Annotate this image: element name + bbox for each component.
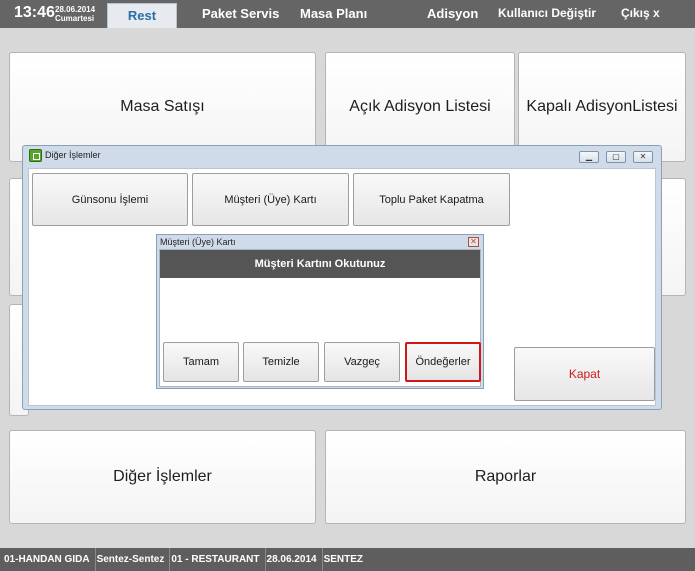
musteri-karti-button[interactable]: Müşteri (Üye) Kartı [192,173,349,226]
change-user-link[interactable]: Kullanıcı Değiştir [498,6,596,20]
footer-date: 28.06.2014 [266,548,323,571]
tab-paket-servis[interactable]: Paket Servis [202,6,279,21]
maximize-icon[interactable]: ▢ [606,151,626,163]
kapat-button[interactable]: Kapat [514,347,655,401]
date-block: 28.06.2014 Cumartesi [55,5,95,23]
raporlar-button[interactable]: Raporlar [325,430,686,524]
date-text: 28.06.2014 [55,5,96,14]
minimize-icon[interactable]: ▁ [579,151,599,163]
dialog-header: Müşteri Kartını Okutunuz [160,250,480,278]
top-bar: 13:46 28.06.2014 Cumartesi Rest Paket Se… [0,0,695,29]
tab-masa-plani[interactable]: Masa Planı [300,6,367,21]
window-title: Diğer İşlemler [45,150,101,160]
dialog-body: Müşteri Kartını Okutunuz Tamam Temizle V… [159,249,481,387]
status-bar: 01-HANDAN GIDA Sentez-Sentez 01 - RESTAU… [0,548,695,571]
close-app-icon[interactable]: x [653,6,660,20]
musteri-karti-dialog: Müşteri (Üye) Kartı ✕ Müşteri Kartını Ok… [156,234,484,389]
toplu-paket-button[interactable]: Toplu Paket Kapatma [353,173,510,226]
gunsonu-button[interactable]: Günsonu İşlemi [32,173,188,226]
database-name: SENTEZ [323,554,364,565]
branch-name: 01 - RESTAURANT [170,548,266,571]
temizle-button[interactable]: Temizle [243,342,319,382]
tamam-button[interactable]: Tamam [163,342,239,382]
tab-rest[interactable]: Rest [107,3,177,29]
tab-adisyon[interactable]: Adisyon [427,6,478,21]
user-name: Sentez-Sentez [96,548,171,571]
close-icon[interactable]: ✕ [633,151,653,163]
logout-link[interactable]: Çıkış [621,6,650,20]
ondegerler-button[interactable]: Öndeğerler [405,342,481,382]
dialog-title: Müşteri (Üye) Kartı [160,237,236,247]
app-icon [29,149,42,162]
day-text: Cumartesi [55,14,95,23]
company-name: 01-HANDAN GIDA [3,548,96,571]
clock: 13:46 [14,4,55,21]
diger-islemler-button[interactable]: Diğer İşlemler [9,430,316,524]
dialog-close-icon[interactable]: ✕ [468,237,479,247]
vazgec-button[interactable]: Vazgeç [324,342,400,382]
